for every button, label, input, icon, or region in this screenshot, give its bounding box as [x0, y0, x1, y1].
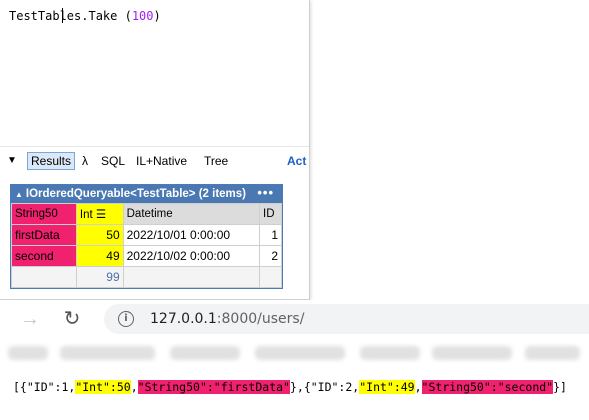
column-header-datetime[interactable]: Datetime: [122, 203, 261, 225]
tab-tree[interactable]: Tree: [204, 153, 228, 169]
linqpad-window: TestTables.Take (100) ▼ Results λ SQL IL…: [0, 0, 310, 300]
site-info-icon[interactable]: i: [118, 311, 134, 327]
url-path: :8000/users/: [216, 311, 305, 327]
table-header-row: String50 Int ☰ Datetime ID: [11, 203, 282, 225]
query-editor[interactable]: TestTables.Take (100): [0, 0, 309, 147]
json-int-field: "Int":50: [75, 380, 131, 394]
blurred-bookmark: [525, 346, 580, 360]
cell-int: 49: [75, 245, 124, 267]
result-grid: ▲ IOrderedQueryable<TestTable> (2 items) …: [10, 184, 283, 289]
text-cursor: [62, 8, 63, 23]
cell-datetime: 2022/10/01 0:00:00: [122, 224, 261, 246]
grid-title: IOrderedQueryable<TestTable> (2 items): [25, 188, 246, 200]
blurred-bookmark: [432, 346, 512, 360]
blurred-bookmark: [255, 346, 345, 360]
sum-row: 99: [11, 266, 282, 288]
column-header-id[interactable]: ID: [259, 203, 282, 225]
code-number: 100: [131, 9, 154, 23]
result-table: String50 Int ☰ Datetime ID firstData 50 …: [11, 203, 282, 288]
cell-datetime: 2022/10/02 0:00:00: [122, 245, 261, 267]
forward-arrow-icon[interactable]: →: [16, 306, 44, 332]
tab-results[interactable]: Results: [27, 152, 76, 170]
table-row: second 49 2022/10/02 0:00:00 2: [11, 245, 282, 267]
blurred-bookmark: [60, 346, 155, 360]
column-header-int[interactable]: Int ☰: [75, 203, 124, 225]
json-int-field: "Int":49: [359, 380, 415, 394]
json-response: [{"ID":1,"Int":50,"String50":"firstData"…: [13, 378, 567, 396]
cell-string50: second: [11, 245, 77, 267]
json-seg: }]: [553, 380, 567, 394]
code-close: ): [153, 9, 161, 23]
browser-toolbar: → ↻ i 127.0.0.1:8000/users/: [0, 300, 589, 338]
more-options-icon[interactable]: •••: [257, 184, 274, 202]
cell-string50: firstData: [11, 224, 77, 246]
url-host: 127.0.0.1: [150, 311, 217, 327]
json-seg: ,: [414, 380, 422, 394]
tab-il-native[interactable]: IL+Native: [136, 153, 187, 169]
query-code: TestTables.Take (100): [9, 9, 161, 23]
sum-cell: [122, 266, 261, 288]
cell-id: 2: [259, 245, 282, 267]
sum-cell: [259, 266, 282, 288]
sum-cell: [11, 266, 77, 288]
tab-lambda[interactable]: λ: [82, 153, 88, 169]
blurred-bookmark: [360, 346, 420, 360]
blurred-bookmark: [8, 346, 48, 360]
table-row: firstData 50 2022/10/01 0:00:00 1: [11, 224, 282, 246]
json-seg: ,: [130, 380, 138, 394]
code-text: TestTables.Take (: [9, 9, 132, 23]
json-string50-field: "String50":"firstData": [137, 380, 290, 394]
output-tabs: ▼ Results λ SQL IL+Native Tree Act: [0, 150, 309, 174]
blurred-bookmark: [170, 346, 240, 360]
json-string50-field: "String50":"second": [421, 380, 554, 394]
tab-sql[interactable]: SQL: [101, 153, 125, 169]
reload-icon[interactable]: ↻: [58, 306, 86, 332]
sum-cell-int: 99: [75, 266, 124, 288]
bookmarks-bar: [0, 338, 589, 368]
tab-act[interactable]: Act: [287, 153, 306, 169]
json-seg: },{"ID":2,: [289, 380, 360, 394]
collapse-triangle-icon[interactable]: ▲: [15, 190, 23, 199]
column-header-string50[interactable]: String50: [11, 203, 77, 225]
collapse-icon[interactable]: ▼: [7, 153, 17, 169]
cell-int: 50: [75, 224, 124, 246]
address-bar[interactable]: i 127.0.0.1:8000/users/: [104, 304, 589, 334]
cell-id: 1: [259, 224, 282, 246]
json-seg: [{"ID":1,: [13, 380, 76, 394]
grid-title-bar[interactable]: ▲ IOrderedQueryable<TestTable> (2 items) …: [11, 185, 282, 203]
url-text[interactable]: 127.0.0.1:8000/users/: [150, 311, 304, 327]
